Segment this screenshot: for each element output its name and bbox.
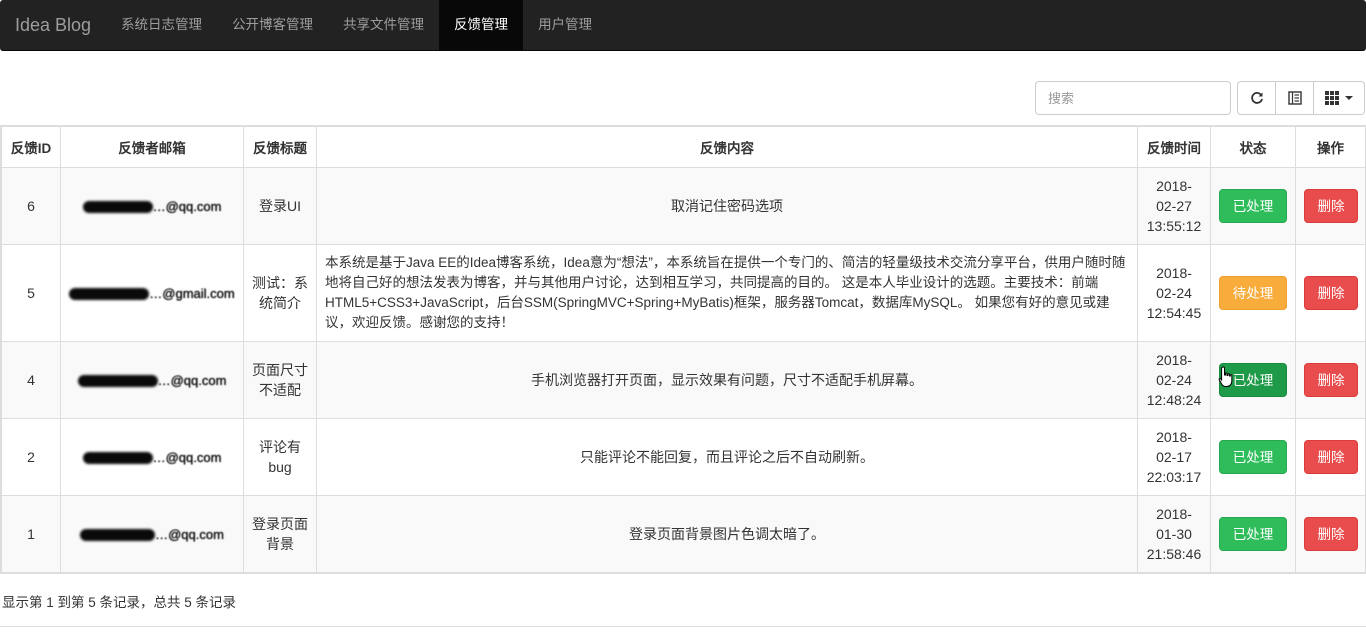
cell-content: 只能评论不能回复，而且评论之后不自动刷新。 [316,418,1138,496]
cell-time: 2018- 02-24 12:48:24 [1137,341,1211,419]
cell-content: 登录页面背景图片色调太暗了。 [316,495,1138,573]
table-row: 2 …@qq.com 评论有bug 只能评论不能回复，而且评论之后不自动刷新。 … [1,418,1366,496]
header-email[interactable]: 反馈者邮箱 [60,126,244,168]
cell-title: 评论有bug [243,418,317,496]
cell-status: 已处理 [1210,167,1296,245]
table-toolbar-buttons [1237,81,1365,115]
table-row: 4 …@qq.com 页面尺寸不适配 手机浏览器打开页面，显示效果有问题，尺寸不… [1,341,1366,419]
refresh-button[interactable] [1237,81,1276,115]
redacted-email: …@qq.com [82,196,221,217]
cell-action: 删除 [1295,341,1366,419]
time-date: 2018- [1156,178,1192,194]
cell-id: 6 [1,167,61,245]
top-navbar: Idea Blog 系统日志管理 公开博客管理 共享文件管理 反馈管理 用户管理 [0,0,1366,51]
cell-status: 已处理 [1210,418,1296,496]
time-date: 2018- [1156,506,1192,522]
nav-item-system-log[interactable]: 系统日志管理 [106,0,217,50]
toggle-view-button[interactable] [1275,81,1314,115]
table-row: 5 …@gmail.com 测试：系统简介 本系统是基于Java EE的Idea… [1,244,1366,342]
cell-action: 删除 [1295,244,1366,342]
time-clock: 22:03:17 [1146,469,1202,485]
time-clock: 21:58:46 [1146,546,1202,562]
toggle-view-icon [1287,91,1302,105]
cell-time: 2018- 02-17 22:03:17 [1137,418,1211,496]
nav-item-shared-files[interactable]: 共享文件管理 [328,0,439,50]
cell-title: 页面尺寸不适配 [243,341,317,419]
time-month-day: 02-24 [1156,285,1192,301]
time-clock: 13:55:12 [1146,218,1202,234]
time-clock: 12:48:24 [1146,392,1202,408]
redacted-email: …@gmail.com [69,283,235,304]
cell-action: 删除 [1295,167,1366,245]
cell-email: …@qq.com [60,341,244,419]
time-month-day: 02-24 [1156,372,1192,388]
header-title[interactable]: 反馈标题 [243,126,317,168]
cell-status: 待处理 [1210,244,1296,342]
cell-title: 登录页面背景 [243,495,317,573]
columns-icon [1324,91,1339,105]
header-action[interactable]: 操作 [1295,126,1366,168]
nav-item-public-blog[interactable]: 公开博客管理 [217,0,328,50]
cell-id: 4 [1,341,61,419]
cell-email: …@qq.com [60,418,244,496]
cell-email: …@qq.com [60,167,244,245]
table-row: 1 …@qq.com 登录页面背景 登录页面背景图片色调太暗了。 2018- 0… [1,495,1366,573]
cell-id: 2 [1,418,61,496]
search-input[interactable] [1035,81,1231,115]
redacted-email: …@qq.com [80,524,224,545]
cell-title: 登录UI [243,167,317,245]
status-processed-button[interactable]: 已处理 [1219,189,1287,223]
time-clock: 12:54:45 [1146,305,1202,321]
redacted-email: …@qq.com [82,447,221,468]
status-pending-button[interactable]: 待处理 [1219,276,1287,310]
brand-logo[interactable]: Idea Blog [0,0,106,50]
cell-content: 手机浏览器打开页面，显示效果有问题，尺寸不适配手机屏幕。 [316,341,1138,419]
cell-action: 删除 [1295,418,1366,496]
cell-action: 删除 [1295,495,1366,573]
header-time[interactable]: 反馈时间 [1137,126,1211,168]
cell-title: 测试：系统简介 [243,244,317,342]
cell-id: 1 [1,495,61,573]
table-row: 6 …@qq.com 登录UI 取消记住密码选项 2018- 02-27 13:… [1,167,1366,245]
delete-button[interactable]: 删除 [1304,440,1358,474]
cell-content: 本系统是基于Java EE的Idea博客系统，Idea意为“想法”，本系统旨在提… [316,244,1138,342]
caret-down-icon [1344,96,1353,100]
divider [0,626,1366,627]
delete-button[interactable]: 删除 [1304,276,1358,310]
redacted-email: …@qq.com [77,370,226,391]
columns-dropdown-button[interactable] [1313,81,1365,115]
header-content[interactable]: 反馈内容 [316,126,1138,168]
pagination-summary: 显示第 1 到第 5 条记录，总共 5 条记录 [2,595,237,610]
cell-time: 2018- 02-24 12:54:45 [1137,244,1211,342]
nav-item-users[interactable]: 用户管理 [523,0,607,50]
cell-email: …@gmail.com [60,244,244,342]
nav-item-feedback[interactable]: 反馈管理 [439,0,524,50]
cell-time: 2018- 02-27 13:55:12 [1137,167,1211,245]
time-month-day: 02-27 [1156,198,1192,214]
time-date: 2018- [1156,352,1192,368]
cell-content: 取消记住密码选项 [316,167,1138,245]
feedback-table: 反馈ID 反馈者邮箱 反馈标题 反馈内容 反馈时间 状态 操作 6 …@qq.c… [0,125,1366,574]
cell-email: …@qq.com [60,495,244,573]
time-date: 2018- [1156,429,1192,445]
time-month-day: 02-17 [1156,449,1192,465]
cell-id: 5 [1,244,61,342]
cell-time: 2018- 01-30 21:58:46 [1137,495,1211,573]
refresh-icon [1250,92,1263,104]
hand-cursor-icon [1218,366,1233,387]
table-header-row: 反馈ID 反馈者邮箱 反馈标题 反馈内容 反馈时间 状态 操作 [1,126,1366,168]
delete-button[interactable]: 删除 [1304,189,1358,223]
time-month-day: 01-30 [1156,526,1192,542]
header-status[interactable]: 状态 [1210,126,1296,168]
time-date: 2018- [1156,265,1192,281]
header-id[interactable]: 反馈ID [1,126,61,168]
delete-button[interactable]: 删除 [1304,517,1358,551]
cell-status: 已处理 [1210,495,1296,573]
status-processed-button[interactable]: 已处理 [1219,440,1287,474]
status-processed-button[interactable]: 已处理 [1219,517,1287,551]
delete-button[interactable]: 删除 [1304,363,1358,397]
